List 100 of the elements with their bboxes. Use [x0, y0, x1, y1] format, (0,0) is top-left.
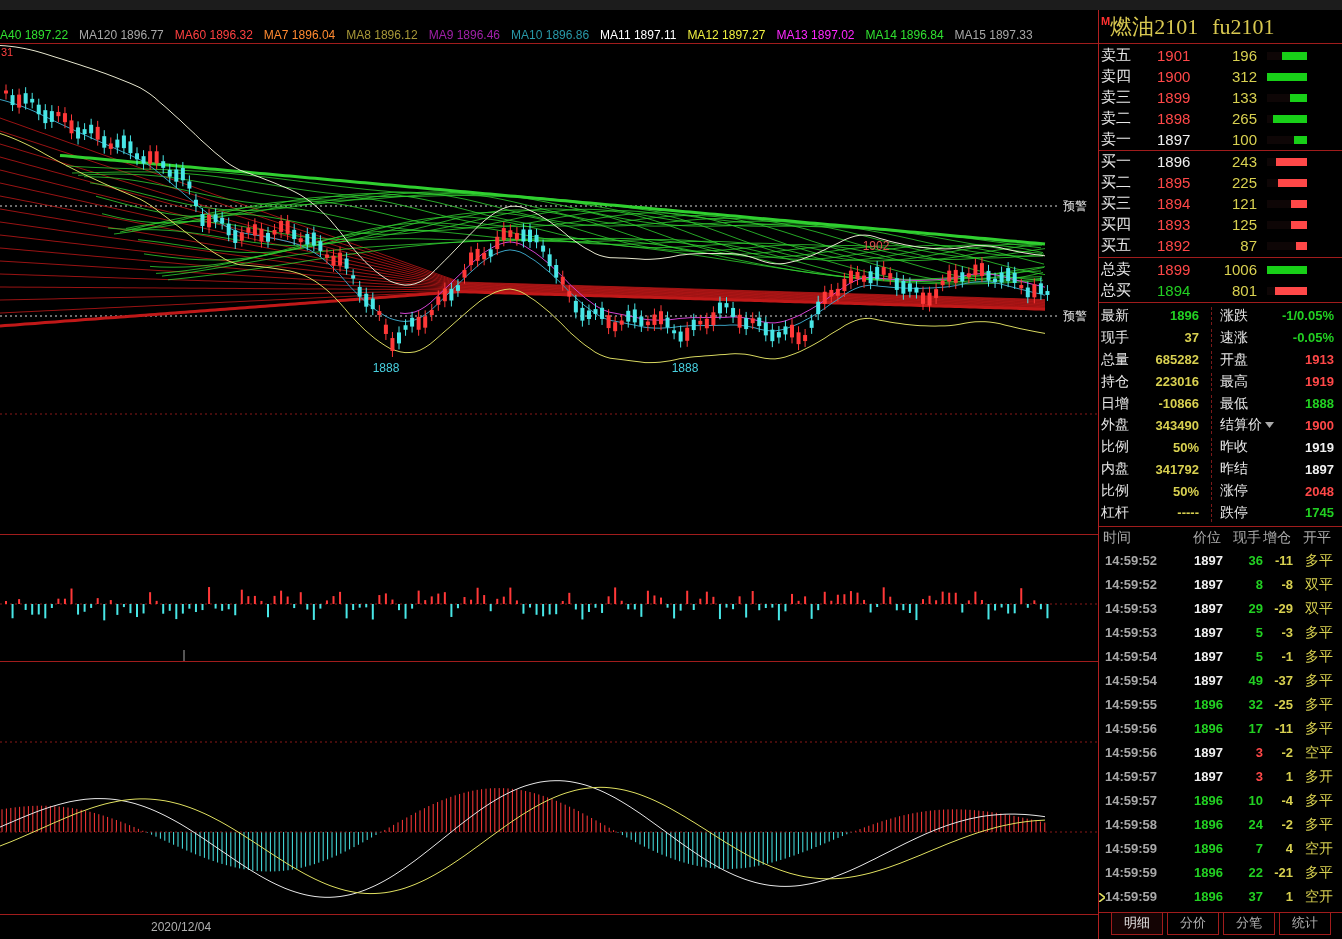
trade-type: 空平 — [1304, 743, 1333, 762]
trade-type: 多平 — [1304, 671, 1333, 690]
trade-volume: 22 — [1247, 865, 1263, 881]
open-interest-change: -1 — [1280, 649, 1293, 665]
stat-label: 现手 — [1101, 328, 1129, 347]
stat-label: 开盘 — [1220, 350, 1248, 369]
stat-label: 比例 — [1101, 482, 1129, 501]
trade-time: 14:59:52 — [1104, 577, 1159, 593]
volume-value: 265 — [1230, 110, 1257, 127]
volume-value: 196 — [1230, 47, 1257, 64]
trade-volume: 3 — [1254, 769, 1263, 785]
indicator-value: MA120 1896.77 — [79, 28, 164, 42]
contract-code: fu2101 — [1212, 13, 1275, 40]
level-label: 买二 — [1100, 173, 1132, 192]
trade-volume: 3 — [1254, 745, 1263, 761]
trade-volume: 5 — [1254, 649, 1263, 665]
date-label: 2020/12/04 — [151, 920, 212, 934]
trade-time: 14:59:58 — [1104, 817, 1159, 833]
trade-volume: 24 — [1247, 817, 1263, 833]
market-label: M — [1101, 15, 1111, 27]
volume-value: 801 — [1230, 282, 1257, 299]
trade-price: 1897 — [1193, 577, 1223, 593]
level-label: 卖三 — [1100, 88, 1132, 107]
stat-value: 1896 — [1170, 308, 1199, 324]
level-label: 买三 — [1100, 194, 1132, 213]
stat-value: 1745 — [1305, 505, 1334, 521]
trade-price: 1896 — [1193, 817, 1223, 833]
indicator-value: MA15 1897.33 — [954, 28, 1033, 42]
price-value: 1901 — [1157, 47, 1192, 64]
trade-price: 1897 — [1193, 649, 1223, 665]
stat-value: 1900 — [1305, 417, 1334, 433]
panel-tab[interactable]: 分价 — [1167, 913, 1219, 935]
open-interest-change: -2 — [1280, 745, 1293, 761]
volume-value: 243 — [1230, 153, 1257, 170]
indicator-value: MA11 1897.11 — [600, 28, 677, 42]
open-interest-change: 1 — [1284, 769, 1293, 785]
level-label: 卖五 — [1100, 46, 1132, 65]
open-interest-change: 1 — [1284, 889, 1293, 905]
price-value: 1898 — [1157, 110, 1192, 127]
trade-price: 1897 — [1193, 745, 1223, 761]
trade-time: 14:59:59 — [1104, 865, 1159, 881]
price-value: 1894 — [1157, 195, 1192, 212]
level-label: 总卖 — [1100, 260, 1132, 279]
stat-label: 涨停 — [1220, 482, 1248, 501]
trade-time: 14:59:56 — [1104, 745, 1159, 761]
price-value: 1892 — [1157, 237, 1192, 254]
dropdown-caret-icon[interactable] — [1265, 422, 1274, 429]
stat-value: 37 — [1184, 330, 1199, 346]
trade-type: 多平 — [1304, 791, 1333, 810]
stat-label: 最低 — [1220, 394, 1248, 413]
alert-label: 预警 — [1063, 309, 1087, 323]
panel-tab[interactable]: 统计 — [1279, 913, 1331, 935]
stat-value: 1919 — [1305, 374, 1334, 390]
panel-tab[interactable]: 分笔 — [1223, 913, 1275, 935]
price-value: 1900 — [1157, 68, 1192, 85]
level-label: 买一 — [1100, 152, 1132, 171]
trade-time: 14:59:53 — [1104, 601, 1159, 617]
trade-time: 14:59:57 — [1104, 769, 1159, 785]
indicator-value: MA8 1896.12 — [346, 28, 418, 42]
trade-time: 14:59:54 — [1104, 649, 1159, 665]
stat-value: 685282 — [1155, 352, 1199, 368]
stat-value: 343490 — [1155, 417, 1199, 433]
trade-type: 空开 — [1304, 887, 1333, 906]
column-header: 时间 — [1102, 528, 1132, 547]
trade-price: 1896 — [1193, 697, 1223, 713]
trade-type: 多平 — [1304, 815, 1333, 834]
stat-value: 1913 — [1305, 352, 1334, 368]
trade-price: 1897 — [1193, 601, 1223, 617]
trade-price: 1897 — [1193, 553, 1223, 569]
stat-value: 1897 — [1305, 461, 1334, 477]
trade-volume: 32 — [1247, 697, 1263, 713]
open-interest-change: -8 — [1280, 577, 1293, 593]
trade-type: 多平 — [1304, 863, 1333, 882]
panel-tab[interactable]: 明细 — [1111, 913, 1163, 935]
trade-price: 1896 — [1193, 841, 1223, 857]
price-value: 1897 — [1157, 131, 1192, 148]
open-interest-change: -29 — [1273, 601, 1293, 617]
level-label: 卖四 — [1100, 67, 1132, 86]
level-label: 卖一 — [1100, 130, 1132, 149]
price-value: 1895 — [1157, 174, 1192, 191]
stat-label: 结算价 — [1220, 416, 1262, 435]
level-label: 总买 — [1100, 281, 1132, 300]
stat-label: 外盘 — [1101, 416, 1129, 435]
level-label: 卖二 — [1100, 109, 1132, 128]
trade-type: 多平 — [1304, 551, 1333, 570]
stat-value: -0.05% — [1292, 330, 1334, 346]
trade-type: 双平 — [1304, 575, 1333, 594]
stat-label: 最高 — [1220, 372, 1248, 391]
stat-label: 总量 — [1101, 350, 1129, 369]
trade-time: 14:59:56 — [1104, 721, 1159, 737]
trade-type: 多平 — [1304, 719, 1333, 738]
trade-time: 14:59:59 — [1104, 889, 1159, 905]
column-header: 现手 — [1232, 528, 1261, 547]
stat-label: 内盘 — [1101, 460, 1129, 479]
trade-volume: 29 — [1247, 601, 1263, 617]
volume-value: 225 — [1230, 174, 1257, 191]
price-value: 1893 — [1157, 216, 1192, 233]
stat-value: 1919 — [1305, 439, 1334, 455]
trade-type: 多平 — [1304, 647, 1333, 666]
price-value: 1899 — [1157, 261, 1192, 278]
